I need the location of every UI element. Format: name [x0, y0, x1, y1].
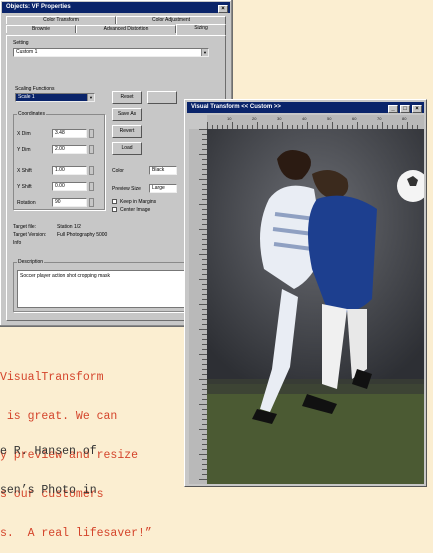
close-icon[interactable]: × — [412, 105, 422, 113]
ruler-tick — [407, 122, 408, 129]
ruler-tick — [199, 279, 207, 280]
chevron-down-icon[interactable]: ▼ — [87, 94, 94, 101]
close-icon[interactable]: × — [218, 5, 228, 13]
ruler-tick — [199, 154, 207, 155]
tab-advanced-distortion[interactable]: Advanced Distortion — [76, 25, 176, 33]
ruler-tick — [199, 129, 207, 130]
ruler-tick — [207, 122, 208, 129]
keep-margins-checkbox[interactable] — [112, 199, 117, 204]
ruler-tick — [199, 354, 207, 355]
tab-sizing[interactable]: Sizing — [176, 24, 226, 35]
scaling-select[interactable]: Scale 1 ▼ — [15, 93, 95, 102]
ruler-number: 70 — [377, 116, 382, 121]
coordinates-label: Coordinates — [17, 111, 46, 117]
ruler-number: 40 — [302, 116, 307, 121]
ruler-tick — [199, 204, 207, 205]
preview-size-label: Preview Size — [112, 186, 141, 192]
quote-line: s. A real lifesaver!” — [0, 527, 152, 540]
ruler-number: 60 — [352, 116, 357, 121]
coord-label: X Dim — [17, 131, 31, 137]
ruler-number: 50 — [327, 116, 332, 121]
maximize-icon[interactable]: □ — [400, 105, 410, 113]
viewer-title-bar: Visual Transform << Custom >> _ □ × — [187, 102, 424, 113]
target-file-label: Target file: — [13, 224, 37, 230]
scaling-label: Scaling Functions — [15, 86, 55, 92]
spinner[interactable] — [89, 129, 94, 138]
color-label: Color — [112, 168, 124, 174]
scaling-value: Scale 1 — [18, 94, 35, 100]
ruler-tick — [307, 122, 308, 129]
description-label: Description — [17, 259, 45, 265]
ruler-number: 80 — [402, 116, 407, 121]
ruler-tick — [199, 379, 207, 380]
keep-margins-label: Keep in Margins — [120, 199, 157, 205]
vertical-ruler[interactable] — [189, 129, 208, 484]
quote-line: VisualTransform — [0, 371, 104, 384]
preview-size-field[interactable]: Large — [149, 184, 177, 193]
dialog-title: Objects: VF Properties — [6, 4, 71, 10]
setting-value: Custom 1 — [16, 49, 38, 55]
ruler-tick — [332, 122, 333, 129]
viewer-title: Visual Transform << Custom >> — [191, 104, 281, 110]
revert-button[interactable]: Revert — [112, 125, 142, 138]
coord-label: Y Dim — [17, 147, 31, 153]
minimize-icon[interactable]: _ — [388, 105, 398, 113]
ruler-tick — [199, 404, 207, 405]
tab-color-adjustment[interactable]: Color Adjustment — [116, 16, 226, 24]
ruler-tick — [199, 304, 207, 305]
ruler-number: 10 — [227, 116, 232, 121]
target-version-label: Target Version: — [13, 232, 47, 238]
target-file-value: Station 1/2 — [57, 224, 81, 230]
rotation-input[interactable]: 90 — [52, 198, 87, 207]
soccer-photo — [207, 129, 424, 484]
ruler-tick — [199, 254, 207, 255]
ruler-tick — [199, 179, 207, 180]
setting-select[interactable]: Custom 1 ▼ — [13, 48, 209, 57]
spinner[interactable] — [89, 166, 94, 175]
ruler-tick — [232, 122, 233, 129]
spinner[interactable] — [89, 145, 94, 154]
ruler-tick — [199, 429, 207, 430]
visual-transform-window: Visual Transform << Custom >> _ □ × 10 2… — [184, 99, 427, 487]
center-image-label: Center Image — [120, 207, 151, 213]
x-shift-input[interactable]: 1.00 — [52, 166, 87, 175]
y-dim-input[interactable]: 2.00 — [52, 145, 87, 154]
attribution-line: e R. Hansen of — [0, 445, 97, 458]
reset-button[interactable]: Reset — [112, 91, 142, 104]
quote-attribution: e R. Hansen of sen’s Photo in — [0, 419, 97, 510]
tab-color-transform[interactable]: Color Transform — [6, 16, 116, 24]
ruler-number: 20 — [252, 116, 257, 121]
chevron-down-icon[interactable]: ▼ — [201, 49, 208, 56]
center-image-checkbox[interactable] — [112, 207, 117, 212]
dialog-title-bar: Objects: VF Properties × — [2, 2, 230, 13]
ruler-tick — [382, 122, 383, 129]
ruler-tick — [199, 454, 207, 455]
info-label: Info — [13, 240, 22, 246]
ruler-tick — [199, 329, 207, 330]
coord-label: Rotation — [17, 200, 36, 206]
ruler-tick — [199, 479, 207, 480]
coord-label: X Shift — [17, 168, 32, 174]
load-button[interactable]: Load — [112, 142, 142, 155]
x-dim-input[interactable]: 3.48 — [52, 129, 87, 138]
target-version-value: Full Photography 5000 — [57, 232, 108, 238]
attribution-line: sen’s Photo in — [0, 484, 97, 497]
ruler-number: 30 — [277, 116, 282, 121]
ruler-tick — [282, 122, 283, 129]
y-shift-input[interactable]: 0.00 — [52, 182, 87, 191]
setting-label: Setting — [13, 40, 29, 46]
ruler-tick — [199, 229, 207, 230]
tab-brownie[interactable]: Brownie — [6, 25, 76, 33]
coord-label: Y Shift — [17, 184, 32, 190]
color-field[interactable]: Black — [149, 166, 177, 175]
soccer-photo-illustration — [207, 129, 424, 484]
horizontal-ruler[interactable]: 10 20 30 40 50 60 70 80 — [207, 115, 424, 130]
ruler-tick — [257, 122, 258, 129]
spinner[interactable] — [89, 182, 94, 191]
spinner[interactable] — [89, 198, 94, 207]
save-as-button[interactable]: Save As — [112, 108, 142, 121]
extra-button[interactable] — [147, 91, 177, 104]
ruler-tick — [357, 122, 358, 129]
